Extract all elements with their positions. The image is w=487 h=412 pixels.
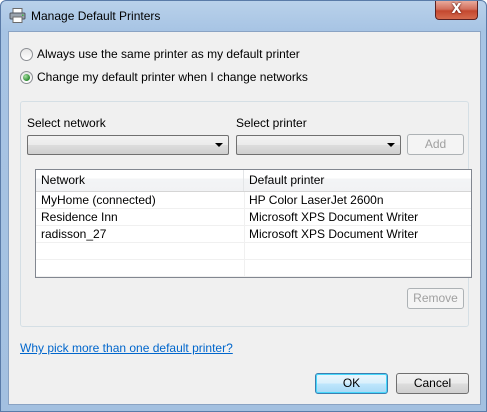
radio-same-printer-label: Always use the same printer as my defaul… [37, 47, 300, 61]
table-row[interactable]: MyHome (connected) HP Color LaserJet 260… [36, 192, 471, 209]
radio-change-with-network-button[interactable] [20, 70, 33, 84]
network-cell: Residence Inn [41, 210, 118, 224]
chevron-down-icon [387, 143, 395, 147]
cancel-button[interactable]: Cancel [396, 373, 469, 394]
network-cell [36, 243, 244, 260]
radio-change-with-network-label: Change my default printer when I change … [37, 70, 308, 84]
window-title: Manage Default Printers [31, 9, 161, 23]
network-cell [36, 260, 244, 277]
close-icon: X [451, 2, 462, 17]
radio-change-with-network[interactable]: Change my default printer when I change … [20, 69, 308, 85]
add-button[interactable]: Add [407, 134, 464, 155]
printer-cell: HP Color LaserJet 2600n [249, 193, 384, 207]
help-link[interactable]: Why pick more than one default printer? [20, 341, 233, 355]
chevron-down-icon [215, 143, 223, 147]
network-cell: MyHome (connected) [41, 193, 156, 207]
table-row[interactable]: Residence Inn Microsoft XPS Document Wri… [36, 209, 471, 226]
remove-button[interactable]: Remove [407, 288, 464, 309]
select-network-dropdown[interactable] [27, 135, 229, 155]
dialog-window: Manage Default Printers X Always use the… [0, 0, 487, 412]
table-row [36, 243, 471, 260]
column-header-network[interactable]: Network [36, 170, 244, 191]
select-printer-label: Select printer [236, 116, 307, 130]
select-network-label: Select network [27, 116, 106, 130]
printer-cell [244, 260, 471, 277]
printer-cell [244, 243, 471, 260]
printer-cell: Microsoft XPS Document Writer [249, 227, 419, 241]
network-cell: radisson_27 [41, 227, 107, 241]
network-printer-group: Select network Select printer Add Networ… [20, 101, 472, 327]
radio-same-printer[interactable]: Always use the same printer as my defaul… [20, 46, 300, 62]
ok-button[interactable]: OK [315, 373, 388, 394]
table-row[interactable]: radisson_27 Microsoft XPS Document Write… [36, 226, 471, 243]
column-header-default-printer[interactable]: Default printer [244, 170, 471, 191]
close-button[interactable]: X [435, 1, 478, 20]
select-printer-dropdown[interactable] [236, 135, 401, 155]
network-printer-list[interactable]: Network Default printer MyHome (connecte… [35, 169, 472, 278]
title-bar[interactable]: Manage Default Printers X [1, 1, 486, 31]
dialog-client-area: Always use the same printer as my defaul… [8, 31, 481, 405]
printer-icon [9, 8, 26, 23]
radio-same-printer-button[interactable] [20, 47, 33, 61]
list-header: Network Default printer [36, 170, 471, 192]
table-row [36, 260, 471, 277]
printer-cell: Microsoft XPS Document Writer [249, 210, 419, 224]
